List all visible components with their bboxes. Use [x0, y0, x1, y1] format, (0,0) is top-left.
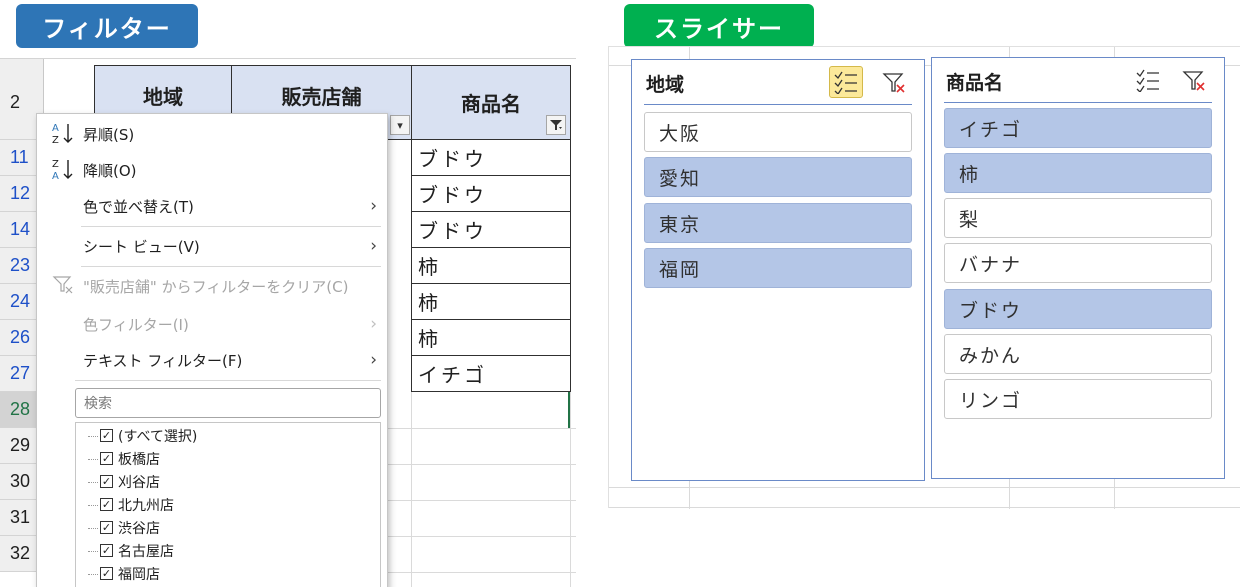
- menu-color-filter-label: 色フィルター(I): [83, 315, 189, 334]
- sort-ascending-icon: AZ: [49, 120, 77, 148]
- menu-separator: [75, 380, 381, 381]
- product-slicer: 商品名 イチゴ 柿 梨 バナナ ブドウ みかん リンゴ: [931, 57, 1225, 479]
- tree-connector: [88, 459, 98, 460]
- slicer-item[interactable]: みかん: [944, 334, 1212, 374]
- tree-connector: [88, 482, 98, 483]
- slicer-item[interactable]: 梨: [944, 198, 1212, 238]
- menu-clear-filter-label: "販売店舗" からフィルターをクリア(C): [83, 277, 349, 296]
- checkbox-checked-icon[interactable]: ✓: [100, 567, 113, 580]
- checkbox-checked-icon[interactable]: ✓: [100, 429, 113, 442]
- region-slicer: 地域 大阪 愛知 東京 福岡: [631, 59, 925, 481]
- multi-select-icon[interactable]: [829, 66, 863, 98]
- filter-value-label: 板橋店: [118, 452, 160, 468]
- submenu-arrow-icon: ›: [370, 350, 377, 370]
- filter-dropdown-menu: AZ 昇順(S) ZA 降順(O) 色で並べ替え(T) › シート ビュー(V)…: [36, 113, 388, 587]
- product-filter-active-button[interactable]: [546, 115, 566, 135]
- menu-sheet-view[interactable]: シート ビュー(V) ›: [37, 228, 387, 264]
- product-cell[interactable]: 柿: [411, 248, 571, 284]
- grid-line: [609, 487, 1240, 488]
- filter-value-label: 刈谷店: [118, 475, 160, 491]
- tree-connector: [88, 505, 98, 506]
- region-slicer-title: 地域: [646, 74, 685, 96]
- product-cell[interactable]: ブドウ: [411, 140, 571, 176]
- clear-filter-icon: [49, 274, 77, 298]
- slicer-item-selected[interactable]: イチゴ: [944, 108, 1212, 148]
- spreadsheet-grid: 2 地域 販売店舗 ▾ 商品名 11 12 14 23 24 26 27 28 …: [0, 58, 576, 587]
- slicer-item[interactable]: バナナ: [944, 243, 1212, 283]
- menu-text-filter-label: テキスト フィルター(F): [83, 351, 243, 370]
- slicer-item[interactable]: リンゴ: [944, 379, 1212, 419]
- checkbox-checked-icon[interactable]: ✓: [100, 475, 113, 488]
- menu-text-filter[interactable]: テキスト フィルター(F) ›: [37, 342, 387, 378]
- filter-value-list: ✓ (すべて選択) ✓ 板橋店 ✓ 刈谷店 ✓ 北九州店 ✓ 渋谷店 ✓ 名古屋…: [75, 422, 381, 587]
- svg-text:Z: Z: [52, 159, 59, 170]
- product-slicer-title: 商品名: [946, 72, 1004, 94]
- submenu-arrow-icon: ›: [370, 314, 377, 334]
- menu-sort-by-color[interactable]: 色で並べ替え(T) ›: [37, 188, 387, 224]
- clear-slicer-filter-icon[interactable]: [880, 68, 910, 98]
- tree-connector: [88, 551, 98, 552]
- filter-value-label: 名古屋店: [118, 544, 174, 560]
- filter-value-label: 福岡店: [118, 567, 160, 583]
- product-cell[interactable]: ブドウ: [411, 212, 571, 248]
- tree-connector: [88, 436, 98, 437]
- filter-search-input[interactable]: 検索: [75, 388, 381, 418]
- menu-sort-descending[interactable]: ZA 降順(O): [37, 152, 387, 188]
- grid-line: [609, 507, 1240, 508]
- sort-descending-icon: ZA: [49, 156, 77, 184]
- slicer-item-selected[interactable]: ブドウ: [944, 289, 1212, 329]
- submenu-arrow-icon: ›: [370, 236, 377, 256]
- checkbox-checked-icon[interactable]: ✓: [100, 544, 113, 557]
- product-cell[interactable]: 柿: [411, 284, 571, 320]
- svg-text:Z: Z: [52, 135, 59, 146]
- filter-value-label: (すべて選択): [118, 429, 198, 445]
- menu-separator: [81, 266, 381, 267]
- menu-clear-filter[interactable]: "販売店舗" からフィルターをクリア(C): [37, 268, 387, 304]
- slicer-item-selected[interactable]: 柿: [944, 153, 1212, 193]
- menu-sort-descending-label: 降順(O): [83, 161, 137, 180]
- checkbox-checked-icon[interactable]: ✓: [100, 452, 113, 465]
- product-cell[interactable]: イチゴ: [411, 356, 571, 392]
- tree-connector: [88, 528, 98, 529]
- store-filter-dropdown-button[interactable]: ▾: [390, 115, 410, 135]
- menu-sort-ascending-label: 昇順(S): [83, 125, 135, 144]
- menu-separator: [81, 226, 381, 227]
- filter-value-label: 渋谷店: [118, 521, 160, 537]
- slicer-worksheet: 地域 大阪 愛知 東京 福岡 商品名 イチゴ 柿 梨 バナナ ブドウ みかん リ…: [608, 46, 1240, 509]
- multi-select-icon[interactable]: [1131, 64, 1165, 96]
- slicer-item[interactable]: 大阪: [644, 112, 912, 152]
- active-cell-border: [568, 392, 572, 428]
- checkbox-checked-icon[interactable]: ✓: [100, 521, 113, 534]
- menu-sort-ascending[interactable]: AZ 昇順(S): [37, 116, 387, 152]
- header-region-label: 地域: [143, 85, 183, 109]
- slicer-item-selected[interactable]: 愛知: [644, 157, 912, 197]
- grid-line: [411, 392, 412, 587]
- tree-connector: [88, 574, 98, 575]
- slicer-item-selected[interactable]: 東京: [644, 203, 912, 243]
- slicer-item-selected[interactable]: 福岡: [644, 248, 912, 288]
- checkbox-checked-icon[interactable]: ✓: [100, 498, 113, 511]
- header-product-label: 商品名: [461, 92, 521, 116]
- filter-applied-icon: [550, 120, 562, 130]
- menu-color-filter[interactable]: 色フィルター(I) ›: [37, 306, 387, 342]
- filter-value-label: 北九州店: [118, 498, 174, 514]
- product-cell[interactable]: 柿: [411, 320, 571, 356]
- filter-banner: フィルター: [16, 4, 198, 48]
- slicer-title-rule: [944, 102, 1212, 103]
- slicer-banner: スライサー: [624, 4, 814, 48]
- svg-text:A: A: [52, 123, 59, 134]
- clear-slicer-filter-icon[interactable]: [1180, 66, 1210, 96]
- menu-sort-by-color-label: 色で並べ替え(T): [83, 197, 194, 216]
- svg-text:A: A: [52, 171, 59, 182]
- header-store-label: 販売店舗: [281, 85, 362, 109]
- submenu-arrow-icon: ›: [370, 196, 377, 216]
- product-cell[interactable]: ブドウ: [411, 176, 571, 212]
- slicer-title-rule: [644, 104, 912, 105]
- menu-sheet-view-label: シート ビュー(V): [83, 237, 200, 256]
